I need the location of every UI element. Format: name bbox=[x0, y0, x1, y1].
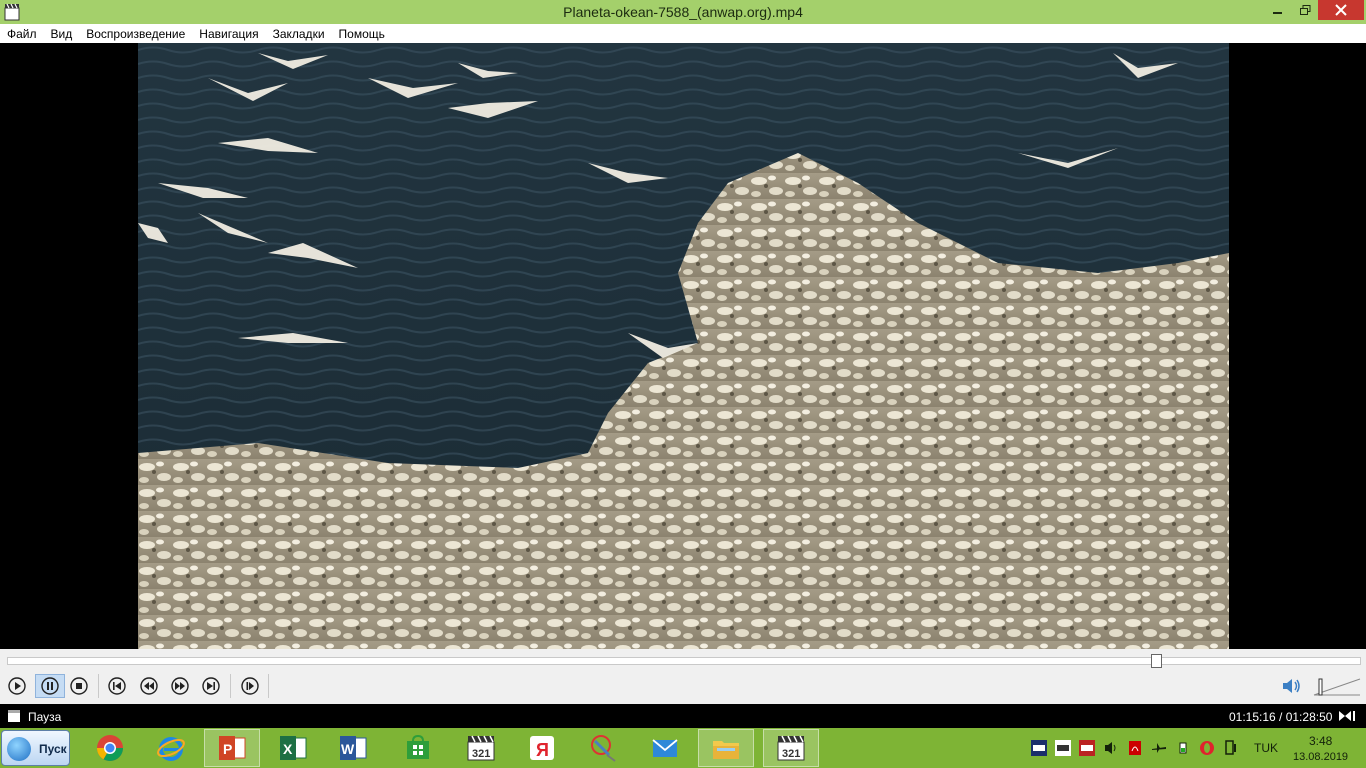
taskbar-media-player-classic[interactable]: 321 bbox=[453, 729, 509, 767]
frame-step-icon bbox=[241, 677, 259, 695]
stop-icon bbox=[70, 677, 88, 695]
svg-text:W: W bbox=[341, 741, 355, 757]
yandex-icon: Я bbox=[530, 736, 554, 760]
close-button[interactable] bbox=[1318, 0, 1364, 20]
playback-controls bbox=[0, 669, 1366, 704]
previous-button[interactable] bbox=[105, 674, 129, 698]
taskbar-yandex[interactable]: Я bbox=[514, 729, 570, 767]
taskbar-media-player-classic-active[interactable]: 321 bbox=[763, 729, 819, 767]
windows-orb-icon bbox=[7, 737, 31, 761]
title-bar: Planeta-okean-7588_(anwap.org).mp4 bbox=[0, 0, 1366, 24]
rewind-icon bbox=[140, 677, 158, 695]
mpc-active-icon: 321 bbox=[777, 735, 805, 761]
taskbar-internet-explorer[interactable] bbox=[143, 729, 199, 767]
mpc-icon: 321 bbox=[467, 735, 495, 761]
close-icon bbox=[1335, 4, 1347, 16]
tray-airplane-icon[interactable] bbox=[1151, 740, 1167, 756]
volume-slider[interactable] bbox=[1312, 673, 1362, 701]
tray-network-icon[interactable] bbox=[1175, 740, 1191, 756]
video-area[interactable] bbox=[0, 43, 1366, 649]
language-indicator[interactable]: TUK bbox=[1254, 741, 1278, 755]
play-icon bbox=[8, 677, 26, 695]
svg-text:321: 321 bbox=[782, 748, 800, 760]
restore-button[interactable] bbox=[1292, 0, 1318, 20]
tool-icon bbox=[591, 735, 616, 762]
video-frame bbox=[138, 43, 1229, 649]
tray-opera-icon[interactable] bbox=[1199, 740, 1215, 756]
tray-lav-icon[interactable] bbox=[1055, 740, 1071, 756]
taskbar-file-explorer[interactable] bbox=[698, 729, 754, 767]
restore-icon bbox=[1299, 4, 1310, 15]
frame-step-button[interactable] bbox=[238, 674, 262, 698]
status-bar: Пауза 01:15:16 / 01:28:50 bbox=[0, 704, 1366, 728]
fast-forward-icon bbox=[171, 677, 189, 695]
start-label: Пуск bbox=[39, 742, 67, 756]
svg-text:P: P bbox=[223, 741, 232, 757]
menu-navigation[interactable]: Навигация bbox=[192, 27, 265, 41]
menu-bar: Файл Вид Воспроизведение Навигация Закла… bbox=[0, 24, 1366, 43]
playback-time[interactable]: 01:15:16 / 01:28:50 bbox=[1229, 710, 1332, 724]
menu-playback[interactable]: Воспроизведение bbox=[79, 27, 192, 41]
separator bbox=[98, 674, 99, 698]
clock-date[interactable]: 13.08.2019 bbox=[1293, 751, 1348, 763]
tray-volume-icon[interactable] bbox=[1103, 740, 1119, 756]
taskbar: Пуск P X W 321 Я 321 TUK 3:48 13.08.2019 bbox=[0, 728, 1366, 768]
next-button[interactable] bbox=[199, 674, 223, 698]
svg-text:X: X bbox=[283, 741, 293, 757]
folder-icon bbox=[713, 741, 739, 759]
rewind-button[interactable] bbox=[137, 674, 161, 698]
menu-view[interactable]: Вид bbox=[44, 27, 80, 41]
tray-lav-audio-icon[interactable] bbox=[1079, 740, 1095, 756]
seekbar-row bbox=[0, 649, 1366, 669]
minimize-icon bbox=[1273, 12, 1282, 14]
chrome-icon bbox=[96, 735, 124, 762]
menu-file[interactable]: Файл bbox=[0, 27, 44, 41]
svg-text:321: 321 bbox=[472, 748, 490, 760]
separator bbox=[230, 674, 231, 698]
play-button[interactable] bbox=[5, 674, 29, 698]
playback-state: Пауза bbox=[28, 710, 62, 724]
svg-text:Я: Я bbox=[536, 740, 549, 760]
taskbar-excel[interactable]: X bbox=[265, 729, 321, 767]
tray-ffdshow-icon[interactable] bbox=[1031, 740, 1047, 756]
store-icon bbox=[407, 734, 429, 759]
window-title: Planeta-okean-7588_(anwap.org).mp4 bbox=[563, 4, 803, 20]
clock-time[interactable]: 3:48 bbox=[1309, 734, 1332, 748]
excel-icon: X bbox=[280, 736, 307, 760]
stop-button[interactable] bbox=[67, 674, 91, 698]
menu-bookmarks[interactable]: Закладки bbox=[266, 27, 332, 41]
start-button[interactable]: Пуск bbox=[1, 730, 70, 766]
tray-phone-icon[interactable] bbox=[1222, 740, 1238, 756]
skip-indicator-icon bbox=[1339, 711, 1355, 721]
seek-thumb[interactable] bbox=[1151, 654, 1163, 668]
word-icon: W bbox=[340, 736, 367, 760]
status-clapper-icon bbox=[8, 710, 20, 722]
powerpoint-icon: P bbox=[219, 736, 246, 760]
menu-help[interactable]: Помощь bbox=[332, 27, 392, 41]
minimize-button[interactable] bbox=[1264, 0, 1292, 20]
taskbar-chrome[interactable] bbox=[82, 729, 138, 767]
pause-icon bbox=[41, 677, 59, 695]
tray-pdf-icon[interactable] bbox=[1127, 740, 1143, 756]
skip-back-icon bbox=[108, 677, 126, 695]
separator bbox=[268, 674, 269, 698]
taskbar-mail[interactable] bbox=[637, 729, 693, 767]
taskbar-powerpoint[interactable]: P bbox=[204, 729, 260, 767]
taskbar-tool[interactable] bbox=[576, 729, 632, 767]
skip-forward-icon bbox=[202, 677, 220, 695]
pause-button[interactable] bbox=[35, 674, 65, 698]
taskbar-word[interactable]: W bbox=[325, 729, 381, 767]
taskbar-store[interactable] bbox=[390, 729, 446, 767]
forward-button[interactable] bbox=[168, 674, 192, 698]
internet-explorer-icon bbox=[157, 737, 185, 761]
mail-icon bbox=[652, 739, 678, 757]
volume-icon[interactable] bbox=[1280, 676, 1302, 696]
